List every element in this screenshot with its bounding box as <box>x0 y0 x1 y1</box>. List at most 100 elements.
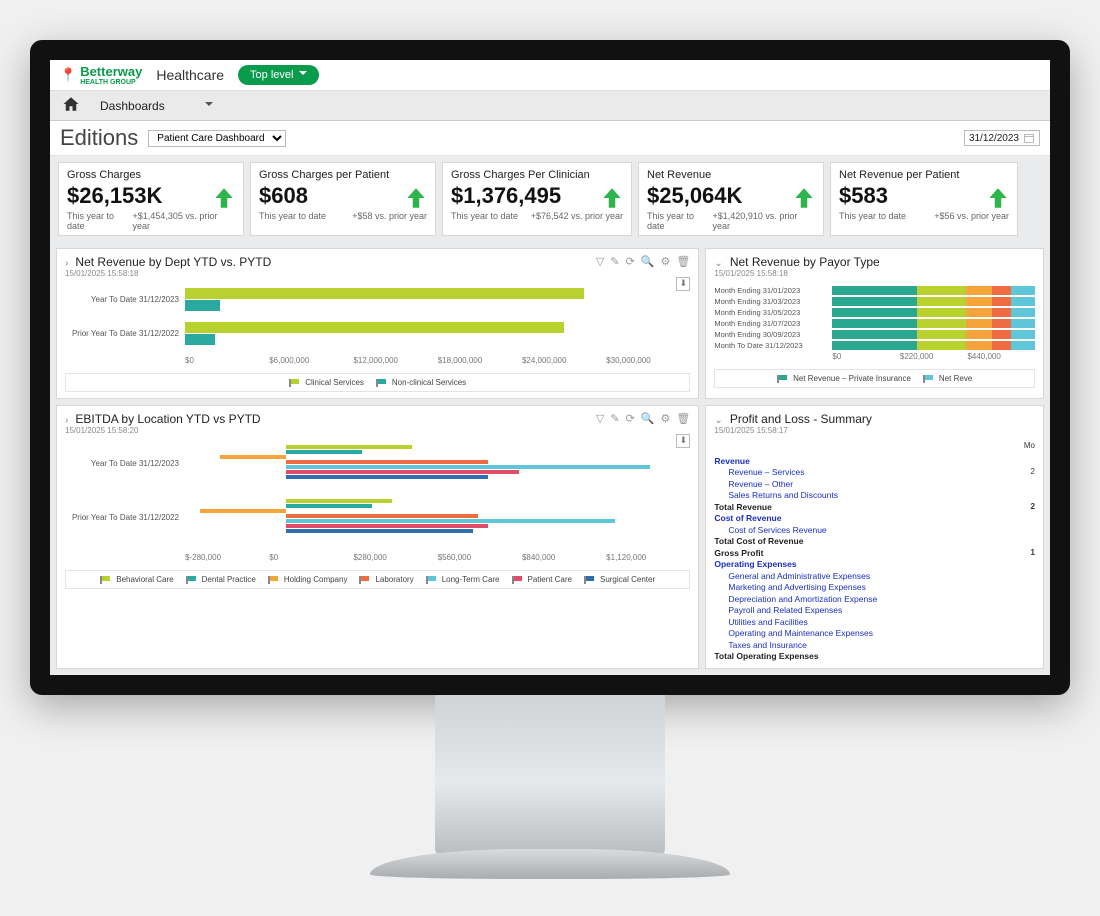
bar-segment <box>992 330 1010 339</box>
bar-segment <box>220 455 286 459</box>
pl-link[interactable]: Depreciation and Amortization Expense <box>728 594 877 604</box>
bar-segment <box>286 514 478 518</box>
refresh-icon[interactable]: ⟳ <box>626 412 635 425</box>
edit-icon[interactable]: ✎ <box>610 255 619 268</box>
bar-nonclinical <box>185 300 220 311</box>
pl-link[interactable]: Revenue – Services <box>728 467 804 477</box>
bar-segment <box>832 330 917 339</box>
stacked-bar <box>832 308 1035 317</box>
date-picker[interactable]: 31/12/2023 <box>964 130 1040 146</box>
pl-line: General and Administrative Expenses <box>714 571 1035 582</box>
trend-up-icon <box>599 185 625 211</box>
bar-segment <box>992 308 1010 317</box>
bar-segment <box>917 319 966 328</box>
pl-line: Taxes and Insurance <box>714 640 1035 651</box>
search-icon[interactable]: 🔍 <box>641 255 655 268</box>
filter-icon[interactable]: ▽ <box>596 412 604 425</box>
page-title: Editions <box>60 125 138 151</box>
kpi-value: $26,153K <box>67 183 235 209</box>
bar-clinical <box>185 288 584 299</box>
filter-icon[interactable]: ▽ <box>596 255 604 268</box>
bar-segment <box>286 529 473 533</box>
trash-icon[interactable]: 🗑 <box>676 255 690 268</box>
dashboard-grid: › Net Revenue by Dept YTD vs. PYTD 15/01… <box>50 242 1050 675</box>
trend-up-icon <box>211 185 237 211</box>
collapse-toggle[interactable]: ⌄ <box>714 258 722 269</box>
x-axis: $-280,000$0$280,000$560,000$840,000$1,12… <box>185 553 690 562</box>
pl-link[interactable]: Revenue <box>714 456 749 466</box>
gear-icon[interactable]: ⚙ <box>661 412 671 425</box>
pl-link[interactable]: Cost of Revenue <box>714 513 781 523</box>
bar-segment <box>1011 319 1035 328</box>
kpi-card: Gross Charges per Patient $608 This year… <box>250 162 436 236</box>
collapse-toggle[interactable]: › <box>65 258 68 269</box>
kpi-card: Net Revenue $25,064K This year to date+$… <box>638 162 824 236</box>
legend-swatch <box>268 576 280 584</box>
stacked-bar-row: Month To Date 31/12/2023 <box>714 341 1035 350</box>
pl-line: Utilities and Facilities <box>714 617 1035 628</box>
kpi-value: $608 <box>259 183 427 209</box>
level-pill[interactable]: Top level <box>238 65 319 85</box>
pl-line: Revenue – Other <box>714 479 1035 490</box>
panel-title: Net Revenue by Dept YTD vs. PYTD <box>75 255 271 269</box>
gear-icon[interactable]: ⚙ <box>661 255 671 268</box>
kpi-title: Net Revenue <box>647 169 815 181</box>
pl-link[interactable]: Taxes and Insurance <box>728 640 806 650</box>
pl-link[interactable]: Operating Expenses <box>714 559 796 569</box>
legend-swatch <box>376 379 388 387</box>
pl-link[interactable]: Revenue – Other <box>728 479 793 489</box>
bar-segment <box>832 308 917 317</box>
nav-dashboards-label: Dashboards <box>100 99 165 113</box>
dashboard-selector[interactable]: Patient Care Dashboard <box>148 130 286 147</box>
stacked-bar-row: Month Ending 31/05/2023 <box>714 308 1035 317</box>
pl-link[interactable]: Utilities and Facilities <box>728 617 807 627</box>
stacked-bar-row: Month Ending 30/09/2023 <box>714 330 1035 339</box>
legend-item: Surgical Center <box>584 575 655 584</box>
pl-line: Revenue – Services2 <box>714 467 1035 478</box>
legend-item: Patient Care <box>512 575 572 584</box>
pl-link[interactable]: General and Administrative Expenses <box>728 571 870 581</box>
legend-item: Behavioral Care <box>100 575 173 584</box>
row-label: Month Ending 31/03/2023 <box>714 297 832 306</box>
trend-up-icon <box>791 185 817 211</box>
bar-segment <box>992 319 1010 328</box>
kpi-card: Gross Charges Per Clinician $1,376,495 T… <box>442 162 632 236</box>
row-label: Month To Date 31/12/2023 <box>714 341 832 350</box>
home-icon[interactable] <box>62 95 80 116</box>
bar-segment <box>286 465 650 469</box>
panel-toolbar: ▽ ✎ ⟳ 🔍 ⚙ 🗑 <box>596 255 690 268</box>
collapse-toggle[interactable]: ⌄ <box>714 415 722 426</box>
pl-link[interactable]: Operating and Maintenance Expenses <box>728 628 873 638</box>
bar-segment <box>992 341 1010 350</box>
bar-segment <box>832 341 917 350</box>
pl-link[interactable]: Cost of Services Revenue <box>728 525 826 535</box>
panel-profit-loss: ⌄ Profit and Loss - Summary 15/01/2025 1… <box>705 405 1044 669</box>
bar-segment <box>286 499 392 503</box>
pl-column-header: Mo <box>714 441 1035 450</box>
bar-label: Prior Year To Date 31/12/2022 <box>65 513 185 522</box>
collapse-toggle[interactable]: › <box>65 415 68 426</box>
bar-segment <box>917 286 966 295</box>
bar-label: Prior Year To Date 31/12/2022 <box>65 329 185 338</box>
pl-link[interactable]: Marketing and Advertising Expenses <box>728 582 866 592</box>
bar-segment <box>832 319 917 328</box>
bar-segment <box>1011 308 1035 317</box>
trash-icon[interactable]: 🗑 <box>676 412 690 425</box>
calendar-icon <box>1023 132 1035 144</box>
edit-icon[interactable]: ✎ <box>610 412 619 425</box>
brand-name: Betterway <box>80 64 142 79</box>
kpi-row: Gross Charges $26,153K This year to date… <box>50 156 1050 242</box>
nav-dashboards-dropdown[interactable]: Dashboards <box>100 99 213 113</box>
x-axis: $0$6,000,000$12,000,000$18,000,000$24,00… <box>185 356 690 365</box>
pl-line: Payroll and Related Expenses <box>714 605 1035 616</box>
stacked-bar-row: Month Ending 31/07/2023 <box>714 319 1035 328</box>
kpi-title: Gross Charges Per Clinician <box>451 169 623 181</box>
pl-line: Revenue <box>714 456 1035 467</box>
panel-title: Profit and Loss - Summary <box>730 412 872 426</box>
refresh-icon[interactable]: ⟳ <box>626 255 635 268</box>
pl-link[interactable]: Payroll and Related Expenses <box>728 605 842 615</box>
search-icon[interactable]: 🔍 <box>641 412 655 425</box>
bar-segment <box>917 330 966 339</box>
bar-segment <box>966 341 992 350</box>
pl-link[interactable]: Sales Returns and Discounts <box>728 490 838 500</box>
